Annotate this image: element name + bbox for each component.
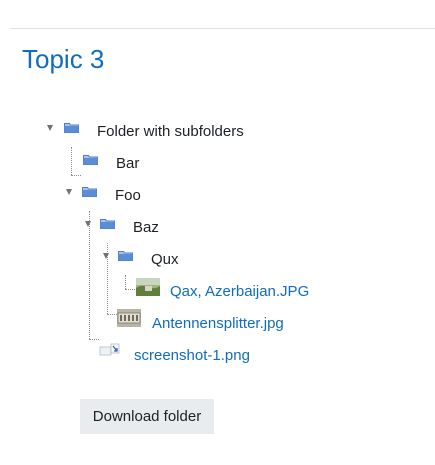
tree-connector <box>125 289 135 290</box>
image-thumbnail-icon <box>99 342 121 358</box>
folder-baz-label[interactable]: Baz <box>133 219 159 237</box>
folder-bar-label[interactable]: Bar <box>116 155 139 173</box>
tree-connector <box>71 175 81 176</box>
file-qax-link[interactable]: Qax, Azerbaijan.JPG <box>170 283 309 301</box>
section-title: Topic 3 <box>22 44 105 74</box>
image-thumbnail-icon <box>117 309 141 327</box>
folder-icon <box>83 155 98 165</box>
file-antenna-link[interactable]: Antennensplitter.jpg <box>152 315 284 333</box>
image-thumbnail-icon <box>136 278 160 296</box>
tree-connector <box>71 147 72 175</box>
folder-foo-label[interactable]: Foo <box>115 187 141 205</box>
expanded-triangle-icon[interactable] <box>103 253 109 259</box>
download-folder-button[interactable]: Download folder <box>80 399 214 434</box>
folder-icon <box>118 251 133 261</box>
expanded-triangle-icon[interactable] <box>85 221 91 227</box>
section-divider <box>10 28 435 29</box>
folder-root-label[interactable]: Folder with subfolders <box>97 123 244 141</box>
folder-icon <box>64 123 79 133</box>
tree-connector <box>125 275 126 289</box>
tree-connector <box>89 339 99 340</box>
folder-qux-label[interactable]: Qux <box>151 251 179 269</box>
folder-icon <box>82 187 97 197</box>
file-screenshot-link[interactable]: screenshot-1.png <box>134 347 250 365</box>
expanded-triangle-icon[interactable] <box>66 189 72 195</box>
folder-icon <box>100 219 115 229</box>
tree-connector <box>107 314 117 315</box>
expanded-triangle-icon[interactable] <box>47 125 53 131</box>
tree-connector <box>89 211 90 339</box>
